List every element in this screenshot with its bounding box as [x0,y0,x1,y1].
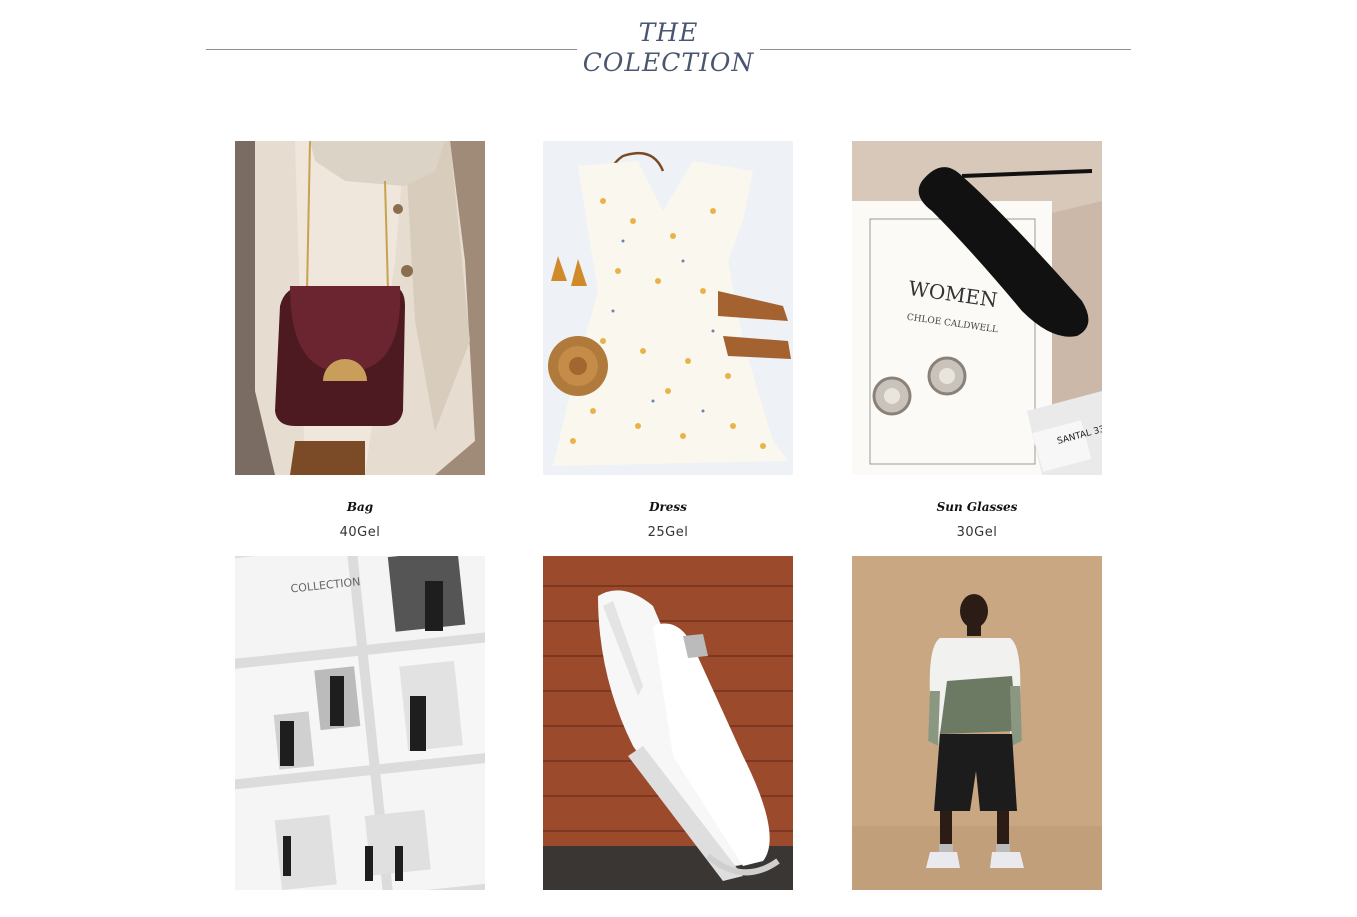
product-image[interactable] [543,141,793,475]
product-image[interactable]: WOMEN CHLOE CALDWELL SANTAL 33 [852,141,1102,475]
product-name[interactable]: Dress [543,499,793,515]
product-card-bag[interactable]: Bag 40Gel [235,141,485,540]
page-title: THE COLECTION [577,18,760,78]
man-tie-dye-shirt-photo [852,556,1102,890]
page-title-line-2: COLECTION [582,48,755,77]
burgundy-handbag-photo [235,141,485,475]
product-image[interactable]: COLLECTION [235,556,485,890]
header-divider-right [760,49,1131,50]
product-price: 40Gel [339,525,381,540]
product-card-lookbook[interactable]: COLLECTION [235,556,485,917]
lookbook-collection-photo: COLLECTION [235,556,485,890]
product-card-sunglasses[interactable]: WOMEN CHLOE CALDWELL SANTAL 33 Sun Glass… [852,141,1102,540]
product-card-sneakers[interactable] [543,556,793,917]
product-card-tie-dye-shirt[interactable] [852,556,1102,917]
floral-dress-flatlay-photo [543,141,793,475]
page-title-line-1: THE [638,18,699,47]
sunglasses-book-photo: WOMEN CHLOE CALDWELL SANTAL 33 [852,141,1102,475]
product-name[interactable]: Sun Glasses [852,499,1102,515]
product-price: 30Gel [956,525,998,540]
header-divider-left [206,49,577,50]
collection-header: THE COLECTION [206,18,1131,80]
product-image[interactable] [852,556,1102,890]
product-card-dress[interactable]: Dress 25Gel [543,141,793,540]
product-price: 25Gel [647,525,689,540]
product-name[interactable]: Bag [235,499,485,515]
white-sneakers-photo [543,556,793,890]
product-image[interactable] [235,141,485,475]
product-image[interactable] [543,556,793,890]
